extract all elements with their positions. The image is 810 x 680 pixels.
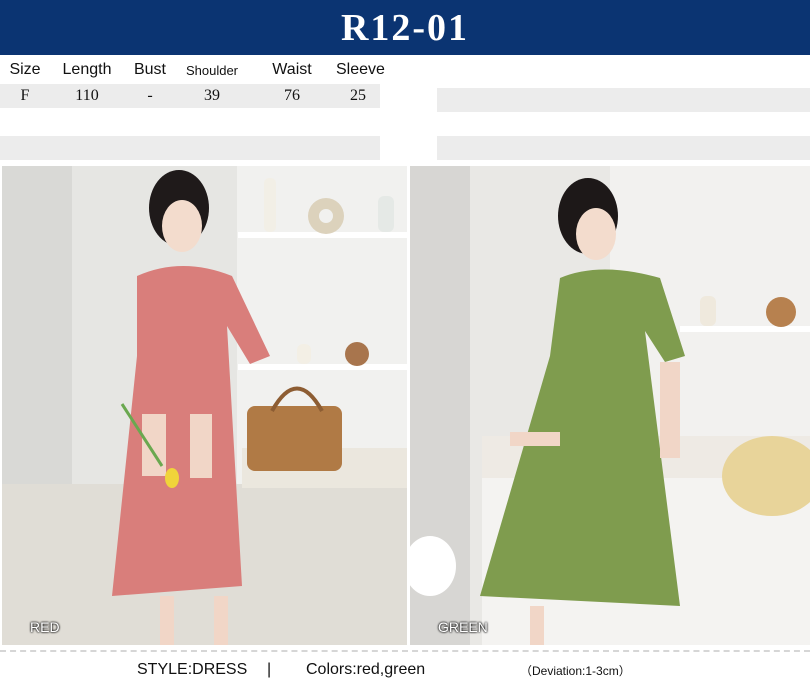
size-table: Size Length Bust Shoulder Waist Sleeve F… <box>0 56 385 108</box>
header-length: Length <box>62 61 112 78</box>
header-shoulder: Shoulder <box>185 62 239 78</box>
value-length: 110 <box>75 87 99 104</box>
value-shoulder: 39 <box>204 87 220 104</box>
header-waist: Waist <box>272 61 312 78</box>
photo-label-red: RED <box>30 619 60 635</box>
value-size: F <box>20 87 30 104</box>
header-size: Size <box>9 61 41 78</box>
size-table-row: F 110 - 39 76 25 <box>0 84 380 108</box>
header-sleeve: Sleeve <box>336 61 385 78</box>
empty-table-row <box>437 136 810 160</box>
empty-table-row <box>437 88 810 112</box>
footer-separator: | <box>267 661 272 678</box>
value-bust: - <box>147 87 153 104</box>
value-waist: 76 <box>284 87 300 104</box>
footer-deviation: （Deviation:1-3cm） <box>520 663 631 678</box>
product-code-title: R12-01 <box>340 6 470 49</box>
footer-divider <box>0 650 810 652</box>
value-sleeve: 25 <box>350 87 366 104</box>
header-bust: Bust <box>133 61 166 78</box>
green-dress-photo: GREEN <box>410 166 810 645</box>
footer-colors: Colors:red,green <box>306 661 426 678</box>
title-banner: R12-01 <box>0 0 810 55</box>
photo-label-green: GREEN <box>438 619 488 635</box>
footer-style: STYLE:DRESS <box>137 661 248 678</box>
empty-table-row <box>0 136 380 160</box>
size-table-header: Size Length Bust Shoulder Waist Sleeve <box>0 56 385 84</box>
red-dress-photo: RED <box>2 166 407 645</box>
